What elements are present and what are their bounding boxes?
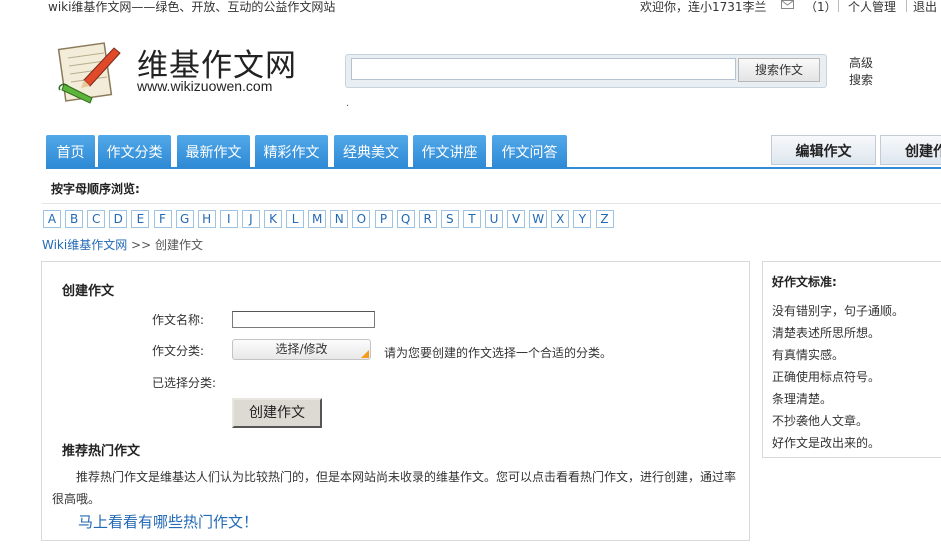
search-button[interactable]: 搜索作文 <box>738 58 820 82</box>
nav-tab-lectures[interactable]: 作文讲座 <box>413 135 486 167</box>
breadcrumb-separator: >> <box>127 238 155 252</box>
letter-link[interactable]: F <box>153 210 172 228</box>
letter-link[interactable]: D <box>109 210 128 228</box>
letter-link[interactable]: Z <box>595 210 614 228</box>
standard-item: 有真情实感。 <box>772 348 845 362</box>
section-title: 创建作文 <box>62 284 115 299</box>
breadcrumb-home[interactable]: Wiki维基作文网 <box>42 238 127 252</box>
browse-by-letter-title: 按字母顺序浏览: <box>51 182 140 196</box>
nav-tab-classics[interactable]: 经典美文 <box>334 135 408 167</box>
message-count[interactable]: （1） <box>805 0 837 15</box>
standard-item: 不抄袭他人文章。 <box>772 414 869 428</box>
letter-link[interactable]: U <box>485 210 503 228</box>
letter-link[interactable]: E <box>131 210 150 228</box>
create-essay-tab[interactable]: 创建作 <box>880 135 941 165</box>
letter-link[interactable]: A <box>43 210 61 228</box>
standard-item: 清楚表述所思所想。 <box>772 326 881 340</box>
nav-underline <box>46 167 941 169</box>
nav-tab-qa[interactable]: 作文问答 <box>492 135 567 167</box>
logout-link[interactable]: 退出 <box>913 0 937 15</box>
hot-essays-title: 推荐热门作文 <box>62 444 141 459</box>
letter-link[interactable]: K <box>264 210 282 228</box>
edit-essay-tab[interactable]: 编辑作文 <box>771 135 876 165</box>
letter-link[interactable]: Y <box>573 210 592 228</box>
nav-tab-featured[interactable]: 精彩作文 <box>255 135 328 167</box>
letter-link[interactable]: R <box>418 210 437 228</box>
essay-category-label: 作文分类: <box>152 344 205 358</box>
stray-dot: . <box>346 98 350 109</box>
letter-link[interactable]: M <box>308 210 327 228</box>
standard-item: 没有错别字，句子通顺。 <box>772 304 905 318</box>
nav-tab-categories[interactable]: 作文分类 <box>98 135 171 167</box>
letter-link[interactable]: H <box>197 210 216 228</box>
letter-link[interactable]: S <box>440 210 459 228</box>
essay-name-input[interactable] <box>232 311 375 328</box>
letter-link[interactable]: L <box>286 210 305 228</box>
letter-link[interactable]: V <box>507 210 526 228</box>
hot-essays-link[interactable]: 马上看看有哪些热门作文！ <box>78 511 258 532</box>
nav-tab-home[interactable]: 首页 <box>46 135 95 167</box>
divider <box>906 0 907 12</box>
letter-link[interactable]: N <box>330 210 349 228</box>
letter-link[interactable]: P <box>374 210 393 228</box>
site-tagline: wiki维基作文网——绿色、开放、互动的公益作文网站 <box>48 0 336 14</box>
letter-link[interactable]: J <box>241 210 260 228</box>
breadcrumb: Wiki维基作文网 >> 创建作文 <box>42 236 203 253</box>
breadcrumb-current: 创建作文 <box>154 238 203 252</box>
welcome-text: 欢迎你，连小1731李兰 <box>640 0 767 14</box>
standard-item: 好作文是改出来的。 <box>772 436 881 450</box>
standards-title: 好作文标准: <box>772 275 837 289</box>
selected-category-label: 已选择分类: <box>152 376 217 390</box>
letter-link[interactable]: I <box>219 210 238 228</box>
pencil-logo-icon[interactable] <box>54 40 124 104</box>
letter-link[interactable]: X <box>551 210 570 228</box>
profile-link[interactable]: 个人管理 <box>848 0 896 15</box>
letter-link[interactable]: O <box>352 210 371 228</box>
dropdown-corner-icon <box>361 350 369 358</box>
standard-item: 条理清楚。 <box>772 392 833 406</box>
search-input[interactable] <box>351 58 736 80</box>
letter-link[interactable]: Q <box>396 210 415 228</box>
divider <box>838 0 839 12</box>
category-hint: 请为您要创建的作文选择一个合适的分类。 <box>384 346 613 360</box>
nav-tab-latest[interactable]: 最新作文 <box>177 135 250 167</box>
letter-link[interactable]: T <box>462 210 481 228</box>
select-category-button[interactable]: 选择/修改 <box>232 339 371 360</box>
letter-link[interactable]: W <box>529 210 548 228</box>
letter-link[interactable]: G <box>175 210 194 228</box>
letter-link[interactable]: C <box>87 210 106 228</box>
standard-item: 正确使用标点符号。 <box>772 370 881 384</box>
essay-name-label: 作文名称: <box>152 313 205 327</box>
divider <box>42 203 941 204</box>
create-essay-button[interactable]: 创建作文 <box>232 398 322 428</box>
logo-url: www.wikizuowen.com <box>137 78 273 94</box>
advanced-search-link[interactable]: 高级搜索 <box>849 55 879 89</box>
letter-link[interactable]: B <box>65 210 84 228</box>
mail-icon[interactable] <box>781 0 794 9</box>
hot-essays-description: 推荐热门作文是维基达人们认为比较热门的，但是本网站尚未收录的维基作文。您可以点击… <box>52 470 737 506</box>
